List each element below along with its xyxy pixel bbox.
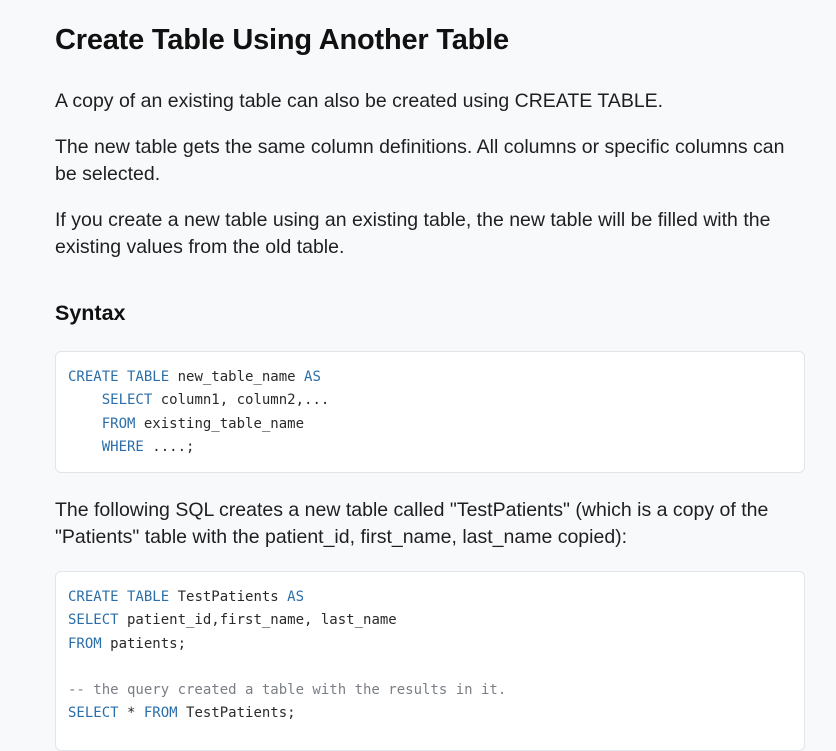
article: Create Table Using Another Table A copy …: [55, 0, 805, 751]
code-text: existing_table_name: [135, 415, 305, 432]
code-keyword: AS: [287, 589, 305, 605]
code-text: patient_id,first_name, last_name: [118, 612, 397, 629]
example-code-block[interactable]: CREATE TABLE TestPatients AS SELECT pati…: [55, 571, 805, 751]
syntax-heading: Syntax: [55, 301, 126, 325]
code-line: -- the query created a table with the re…: [68, 679, 792, 702]
code-keyword: FROM: [68, 635, 102, 652]
example-description-paragraph: The following SQL creates a new table ca…: [55, 499, 769, 548]
code-line: WHERE ....;: [68, 436, 792, 459]
column-definitions-paragraph: The new table gets the same column defin…: [55, 136, 785, 185]
code-keyword: CREATE TABLE: [68, 589, 170, 605]
code-line: SELECT * FROM TestPatients;: [68, 702, 792, 725]
page-title: Create Table Using Another Table: [55, 24, 509, 56]
code-line: SELECT column1, column2,...: [68, 389, 792, 412]
code-keyword: FROM: [101, 415, 136, 432]
code-line: CREATE TABLE TestPatients AS: [68, 586, 792, 609]
code-keyword: FROM: [143, 705, 178, 722]
code-line: SELECT patient_id,first_name, last_name: [68, 609, 792, 632]
code-comment: -- the query created a table with the re…: [68, 682, 507, 699]
intro-paragraph: A copy of an existing table can also be …: [55, 90, 664, 112]
existing-values-paragraph: If you create a new table using an exist…: [55, 209, 771, 258]
code-text: *: [118, 705, 144, 722]
code-keyword: AS: [304, 369, 321, 385]
code-keyword: WHERE: [101, 438, 144, 455]
code-text: TestPatients: [169, 589, 288, 605]
code-keyword: SELECT: [101, 392, 153, 409]
code-keyword: SELECT: [68, 612, 119, 629]
code-line: FROM existing_table_name: [68, 413, 792, 436]
code-keyword: CREATE TABLE: [68, 369, 170, 385]
code-text: ....;: [143, 438, 195, 455]
code-line: CREATE TABLE new_table_name AS: [68, 366, 792, 389]
code-text: TestPatients;: [177, 705, 296, 722]
code-text: column1, column2,...: [152, 392, 330, 409]
code-text: patients;: [101, 635, 187, 652]
code-line: FROM patients;: [68, 633, 792, 656]
code-keyword: SELECT: [68, 705, 119, 722]
code-text: new_table_name: [169, 369, 305, 385]
syntax-code-block[interactable]: CREATE TABLE new_table_name AS SELECT co…: [55, 351, 805, 473]
